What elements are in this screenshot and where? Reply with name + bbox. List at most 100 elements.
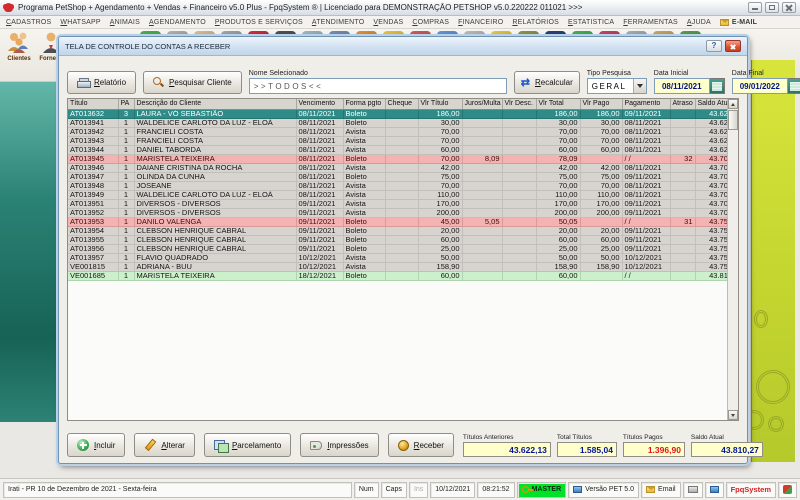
table-row[interactable]: AT0139411WALDELICE CARLOTO DA LUZ - ELOÁ… [68,118,739,127]
table-row[interactable]: AT0139421FRANCIELI COSTA08/11/2021Avista… [68,127,739,136]
parcelamento-button[interactable]: Parcelamento [204,433,291,457]
table-cell: 1 [118,244,134,253]
table-cell: 1 [118,235,134,244]
tipo-pesquisa-select[interactable]: GERAL [587,78,647,94]
column-header[interactable]: Vlr Total [536,99,580,109]
close-button[interactable] [782,2,796,13]
table-row[interactable]: AT0139491WALDELICE CARLOTO DA LUZ - ELOÁ… [68,190,739,199]
data-inicial-input[interactable] [654,78,710,94]
table-cell [502,235,536,244]
status-bar: Irati - PR 10 de Dezembro de 2021 - Sext… [0,478,800,500]
calendar-icon[interactable] [710,78,725,94]
table-row[interactable]: AT0139431FRANCIELI COSTA08/11/2021Avista… [68,136,739,145]
nome-selecionado-input[interactable] [249,78,507,94]
menu-item-ajuda[interactable]: AJUDA [687,19,711,26]
table-row[interactable]: AT0139441DANIEL TABORDA08/11/2021Avista6… [68,145,739,154]
table-cell: VE001815 [68,262,118,271]
table-row[interactable]: AT0139561CLEBSON HENRIQUE CABRAL09/11/20… [68,244,739,253]
table-cell [670,262,695,271]
menu-item-whatsapp[interactable]: WHATSAPP [60,19,100,26]
receber-button[interactable]: Receber [388,433,454,457]
table-row[interactable]: AT0139471OLINDA DA CUNHA08/11/2021Boleto… [68,172,739,181]
status-email[interactable]: Email [641,482,681,498]
menu-item-animais[interactable]: ANIMAIS [110,19,140,26]
help-button[interactable]: ? [706,40,722,52]
table-cell: 1 [118,181,134,190]
desktop-wallpaper-left [0,82,56,422]
table-cell: 08/11/2021 [296,118,343,127]
table-cell [670,118,695,127]
table-row[interactable]: AT0139531DANILO VALENGA09/11/2021Boleto4… [68,217,739,226]
column-header[interactable]: Forma pgto [343,99,385,109]
status-brand: FpqSystem [726,482,776,498]
pesquisar-cliente-button[interactable]: Pesquisar Cliente [143,71,242,94]
table-cell: DANIEL TABORDA [134,145,296,154]
menu-item-produtos-e-servi-os[interactable]: PRODUTOS E SERVIÇOS [215,19,303,26]
menu-item-agendamento[interactable]: AGENDAMENTO [149,19,206,26]
column-header[interactable]: Vlr Título [418,99,462,109]
scrollbar-thumb[interactable] [728,110,738,130]
status-monitor[interactable] [705,482,724,498]
menu-item-ferramentas[interactable]: FERRAMENTAS [623,19,678,26]
table-cell: VE001685 [68,271,118,280]
column-header[interactable]: PA [118,99,134,109]
menu-item-compras[interactable]: COMPRAS [412,19,449,26]
column-header[interactable]: Juros/Multa [462,99,502,109]
table-cell: 08/11/2021 [622,118,670,127]
column-header[interactable]: Atraso [670,99,695,109]
menu-item-cadastros[interactable]: CADASTROS [6,19,51,26]
menu-item-atendimento[interactable]: ATENDIMENTO [312,19,365,26]
table-cell: FLAVIO QUADRADO [134,253,296,262]
toolbar-button-clientes[interactable]: Clientes [4,31,34,79]
scroll-up-icon[interactable] [728,99,738,109]
column-header[interactable]: Vlr Pago [580,99,622,109]
table-cell: 60,00 [536,271,580,280]
table-cell: 09/11/2021 [296,226,343,235]
table-row[interactable]: VE0018151ADRIANA - BUU10/12/2021Avista15… [68,262,739,271]
relatorio-button[interactable]: Relatório [67,71,136,94]
status-print[interactable] [683,482,703,498]
column-header[interactable]: Vencimento [296,99,343,109]
table-row[interactable]: AT0139551CLEBSON HENRIQUE CABRAL09/11/20… [68,235,739,244]
table-cell: 60,00 [418,145,462,154]
impressoes-button[interactable]: Impressões [300,433,378,457]
table-cell: 1 [118,145,134,154]
minimize-button[interactable] [748,2,762,13]
table-cell: 158,90 [418,262,462,271]
table-cell: 75,00 [418,172,462,181]
incluir-button[interactable]: Incluir [67,433,125,457]
chevron-down-icon[interactable] [633,79,646,93]
column-header[interactable]: Descrição do Cliente [134,99,296,109]
table-row[interactable]: AT0139521DIVERSOS - DIVERSOS09/11/2021Av… [68,208,739,217]
alterar-button[interactable]: Alterar [134,433,195,457]
column-header[interactable]: Cheque [385,99,418,109]
titulos-anteriores-label: Títulos Anteriores [463,434,551,441]
column-header[interactable]: Vlr Desc. [502,99,536,109]
table-row[interactable]: AT0136323LAURA - VÓ SEBASTIÃO08/11/2021B… [68,109,739,118]
menu-item-financeiro[interactable]: FINANCEIRO [458,19,503,26]
table-row[interactable]: AT0139451MARISTELA TEIXEIRA08/11/2021Bol… [68,154,739,163]
table-row[interactable]: AT0139541CLEBSON HENRIQUE CABRAL09/11/20… [68,226,739,235]
column-header[interactable]: Pagamento [622,99,670,109]
table-row[interactable]: AT0139461DAIANE CRISTINA DA ROCHA08/11/2… [68,163,739,172]
table-row[interactable]: AT0139481JOSEANE08/11/2021Avista70,0070,… [68,181,739,190]
menu-item-vendas[interactable]: VENDAS [373,19,403,26]
table-row[interactable]: AT0139571FLAVIO QUADRADO10/12/2021Avista… [68,253,739,262]
menu-item-e-mail[interactable]: E-MAIL [720,19,757,26]
calendar-icon[interactable] [788,78,800,94]
total-titulos-label: Total Títulos [557,434,617,441]
table-row[interactable]: VE0016851MARISTELA TEIXEIRA18/12/2021Bol… [68,271,739,280]
column-header[interactable]: Título [68,99,118,109]
vertical-scrollbar[interactable] [727,99,738,420]
scroll-down-icon[interactable] [728,410,738,420]
table-row[interactable]: AT0139511DIVERSOS - DIVERSOS09/11/2021Av… [68,199,739,208]
data-final-input[interactable] [732,78,788,94]
dialog-close-button[interactable] [725,40,741,52]
recalcular-button[interactable]: ⇄ Recalcular [514,71,580,94]
table-cell: Boleto [343,154,385,163]
menu-item-estatistica[interactable]: ESTATISTICA [568,19,614,26]
table-cell [462,163,502,172]
dialog-titlebar[interactable]: TELA DE CONTROLE DO CONTAS A RECEBER ? [59,37,747,56]
maximize-button[interactable] [765,2,779,13]
menu-item-relat-rios[interactable]: RELATÓRIOS [512,19,559,26]
